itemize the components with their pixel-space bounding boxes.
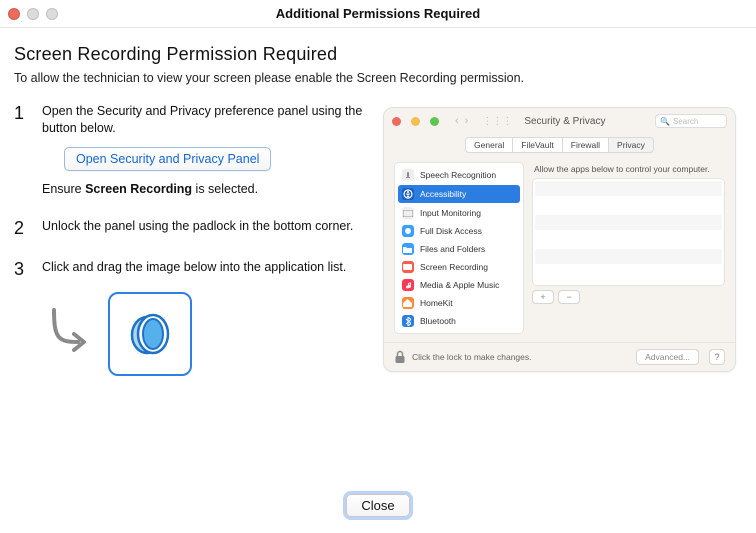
- shot-zoom-icon: [430, 117, 439, 126]
- shot-footer: Click the lock to make changes. Advanced…: [384, 342, 735, 371]
- sidebar-item-media: Media & Apple Music: [395, 276, 523, 294]
- shot-nav: ‹›: [455, 115, 468, 127]
- shot-title: Security & Privacy: [524, 116, 605, 127]
- search-icon: 🔍: [660, 117, 670, 126]
- window-title: Additional Permissions Required: [0, 6, 756, 21]
- tab-general: General: [465, 137, 512, 153]
- shot-footer-text: Click the lock to make changes.: [412, 352, 532, 362]
- shot-minimize-icon: [411, 117, 420, 126]
- shot-close-icon: [392, 117, 401, 126]
- app-list: [532, 178, 725, 286]
- bluetooth-icon: [402, 315, 414, 327]
- step-1-number: 1: [14, 103, 42, 122]
- sidebar-item-homekit: HomeKit: [395, 294, 523, 312]
- system-preferences-screenshot: ‹› ⋮⋮⋮ Security & Privacy 🔍 Search Gener…: [383, 107, 736, 372]
- sidebar-item-input: Input Monitoring: [395, 204, 523, 222]
- panel-head: Allow the apps below to control your com…: [534, 164, 725, 174]
- add-app-button: +: [532, 290, 554, 304]
- sidebar-item-fulldisk: Full Disk Access: [395, 222, 523, 240]
- tab-firewall: Firewall: [562, 137, 608, 153]
- grid-icon: ⋮⋮⋮: [482, 116, 512, 127]
- list-row: [535, 215, 722, 230]
- shot-titlebar: ‹› ⋮⋮⋮ Security & Privacy 🔍 Search: [384, 108, 735, 134]
- step-2-number: 2: [14, 218, 42, 237]
- ensure-post: is selected.: [192, 182, 258, 196]
- nav-back-icon: ‹: [455, 115, 459, 127]
- advanced-button: Advanced...: [636, 349, 699, 365]
- list-row: [535, 198, 722, 213]
- page-title: Screen Recording Permission Required: [14, 44, 736, 65]
- list-row: [535, 266, 722, 281]
- keyboard-icon: [402, 207, 414, 219]
- step-1-text: Open the Security and Privacy preference…: [42, 103, 383, 137]
- step-2: 2 Unlock the panel using the padlock in …: [14, 218, 383, 237]
- step-1-ensure: Ensure Screen Recording is selected.: [42, 181, 383, 198]
- ensure-bold: Screen Recording: [85, 182, 192, 196]
- step-3-text: Click and drag the image below into the …: [42, 259, 383, 276]
- sidebar-item-files: Files and Folders: [395, 240, 523, 258]
- step-3: 3 Click and drag the image below into th…: [14, 259, 383, 278]
- app-icon: [124, 308, 176, 360]
- close-button[interactable]: Close: [346, 494, 409, 517]
- music-icon: [402, 279, 414, 291]
- folder-icon: [402, 243, 414, 255]
- screen-recording-icon: [402, 261, 414, 273]
- nav-fwd-icon: ›: [465, 115, 469, 127]
- step-1: 1 Open the Security and Privacy preferen…: [14, 103, 383, 198]
- drag-app-tile[interactable]: [108, 292, 192, 376]
- sidebar-item-speech: Speech Recognition: [395, 166, 523, 184]
- disk-icon: [402, 225, 414, 237]
- lock-icon: [394, 350, 406, 364]
- shot-search-placeholder: Search: [673, 117, 698, 126]
- home-icon: [402, 297, 414, 309]
- drag-area: [44, 292, 383, 376]
- shot-search: 🔍 Search: [655, 114, 727, 128]
- page-subtitle: To allow the technician to view your scr…: [14, 71, 736, 85]
- sidebar-item-accessibility: Accessibility: [398, 185, 520, 203]
- list-row: [535, 232, 722, 247]
- open-security-panel-button[interactable]: Open Security and Privacy Panel: [64, 147, 271, 171]
- sidebar-item-screenrec: Screen Recording: [395, 258, 523, 276]
- list-row: [535, 249, 722, 264]
- privacy-sidebar: Speech Recognition Accessibility Input M…: [394, 162, 524, 334]
- remove-app-button: −: [558, 290, 580, 304]
- step-2-text: Unlock the panel using the padlock in th…: [42, 218, 383, 235]
- tab-privacy: Privacy: [608, 137, 654, 153]
- ensure-pre: Ensure: [42, 182, 85, 196]
- sidebar-item-bluetooth: Bluetooth: [395, 312, 523, 330]
- tab-filevault: FileVault: [512, 137, 561, 153]
- list-row: [535, 181, 722, 196]
- shot-tabs: General FileVault Firewall Privacy: [384, 134, 735, 158]
- step-3-number: 3: [14, 259, 42, 278]
- window-titlebar: Additional Permissions Required: [0, 0, 756, 28]
- privacy-panel: Allow the apps below to control your com…: [532, 162, 725, 334]
- drag-arrow-icon: [44, 308, 92, 360]
- accessibility-icon: [402, 188, 414, 200]
- speech-icon: [402, 169, 414, 181]
- help-button: ?: [709, 349, 725, 365]
